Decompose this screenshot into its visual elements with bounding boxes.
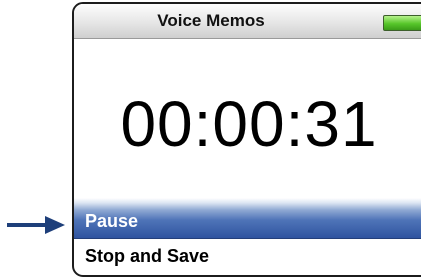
menu-item-label: Pause [85,211,139,231]
menu-item-pause[interactable]: Pause [74,198,421,239]
app-title: Voice Memos [157,11,265,30]
menu-list: Pause Stop and Save [74,198,421,273]
menu-item-label: Stop and Save [85,246,210,266]
title-bar: Voice Memos [74,4,421,39]
recording-timer: 00:00:31 [120,88,378,160]
right-arrow-icon [7,216,65,234]
device-screen: Voice Memos 00:00:31 Pause Stop and Save [72,2,421,277]
battery-full-icon [383,15,421,31]
voice-memos-ui: Voice Memos 00:00:31 Pause Stop and Save [0,0,421,278]
menu-item-stop-and-save[interactable]: Stop and Save [74,239,421,273]
